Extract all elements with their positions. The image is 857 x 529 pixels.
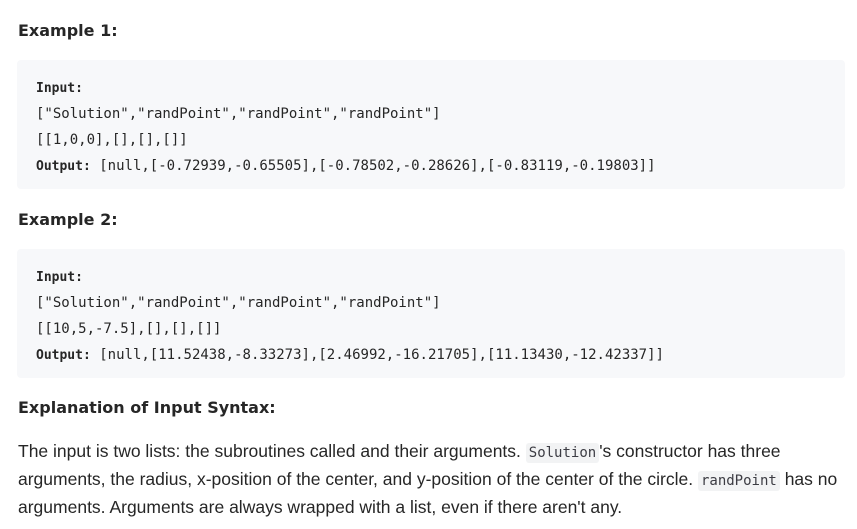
example-1-output-line: Output: [null,[-0.72939,-0.65505],[-0.78… (36, 153, 845, 179)
example-2-input-line-1: ["Solution","randPoint","randPoint","ran… (36, 295, 441, 311)
example-2-output-label: Output: (36, 348, 91, 363)
example-1-output-value: [null,[-0.72939,-0.65505],[-0.78502,-0.2… (99, 158, 656, 174)
example-1-input-label-line: Input: (36, 75, 845, 101)
example-2-heading: Example 2: (18, 210, 118, 229)
explanation-text-1: The input is two lists: the subroutines … (18, 441, 526, 461)
explanation-heading: Explanation of Input Syntax: (18, 398, 276, 417)
example-2-input-line-2: [[10,5,-7.5],[],[],[]] (36, 321, 222, 337)
example-1-input-line-1: ["Solution","randPoint","randPoint","ran… (36, 106, 441, 122)
example-2-input-label: Input: (36, 270, 83, 285)
example-1-input-label: Input: (36, 81, 83, 96)
example-1-output-label: Output: (36, 159, 91, 174)
example-2-code-block: Input: ["Solution","randPoint","randPoin… (17, 249, 845, 378)
example-1-code-block: Input: ["Solution","randPoint","randPoin… (17, 60, 845, 189)
example-1-heading: Example 1: (18, 21, 118, 40)
solution-inline-code: Solution (525, 443, 600, 463)
example-1-input-line-2: [[1,0,0],[],[],[]] (36, 132, 188, 148)
example-2-output-value: [null,[11.52438,-8.33273],[2.46992,-16.2… (99, 347, 664, 363)
randpoint-inline-code: randPoint (697, 471, 780, 491)
example-2-output-line: Output: [null,[11.52438,-8.33273],[2.469… (36, 342, 845, 368)
example-2-input-label-line: Input: (36, 264, 845, 290)
explanation-paragraph: The input is two lists: the subroutines … (18, 438, 850, 520)
